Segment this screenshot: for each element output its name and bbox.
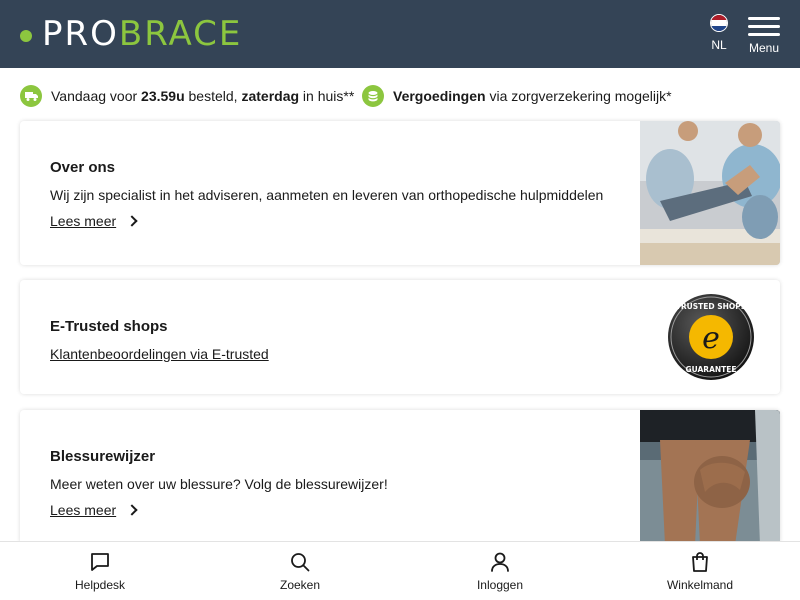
nav-zoeken[interactable]: Zoeken xyxy=(200,542,400,600)
card-title: Blessurewijzer xyxy=(50,448,156,465)
user-icon xyxy=(491,552,509,572)
trusted-shops-badge: e TRUSTED SHOPS GUARANTEE xyxy=(666,292,756,382)
language-label: NL xyxy=(711,38,727,52)
nav-label: Zoeken xyxy=(279,578,321,592)
logo-dot xyxy=(20,30,32,42)
svg-text:GUARANTEE: GUARANTEE xyxy=(685,365,736,374)
logo-text: PROBRACE xyxy=(42,16,242,52)
card-blessurewijzer[interactable]: Blessurewijzer Meer weten over uw blessu… xyxy=(20,410,780,545)
menu-label: Menu xyxy=(748,41,780,55)
bottom-navigation: Helpdesk Zoeken Inloggen Winkelmand xyxy=(0,541,800,600)
knee-injury-photo xyxy=(640,410,780,545)
dutch-flag-icon xyxy=(710,14,728,32)
coins-icon xyxy=(362,85,384,107)
svg-text:TRUSTED SHOPS: TRUSTED SHOPS xyxy=(676,302,746,311)
nav-label: Helpdesk xyxy=(74,578,126,592)
usp-delivery-text: Vandaag voor 23.59u besteld, zaterdag in… xyxy=(51,88,355,104)
chat-icon xyxy=(91,553,109,571)
logo-pro-text: PRO xyxy=(42,14,119,54)
search-icon xyxy=(291,553,310,572)
lees-meer-link[interactable]: Lees meer xyxy=(50,502,138,518)
physiotherapy-photo xyxy=(640,121,780,265)
nav-winkelmand[interactable]: Winkelmand xyxy=(600,542,800,600)
card-title: Over ons xyxy=(50,159,116,176)
card-title: E-Trusted shops xyxy=(50,318,168,335)
probrace-logo[interactable]: PROBRACE xyxy=(20,16,242,52)
usp-delivery: Vandaag voor 23.59u besteld, zaterdag in… xyxy=(20,84,354,108)
nav-inloggen[interactable]: Inloggen xyxy=(400,542,600,600)
card-description: Wij zijn specialist in het adviseren, aa… xyxy=(50,187,604,203)
menu-button[interactable]: Menu xyxy=(746,17,782,55)
logo-brace-text: BRACE xyxy=(118,14,243,54)
chevron-right-icon xyxy=(126,215,138,227)
nav-label: Winkelmand xyxy=(666,578,734,592)
card-e-trusted-shops[interactable]: E-Trusted shops Klantenbeoordelingen via… xyxy=(20,280,780,394)
shopping-bag-icon xyxy=(692,552,708,572)
usp-reimbursement: Vergoedingen via zorgverzekering mogelij… xyxy=(362,84,672,108)
lees-meer-link[interactable]: Lees meer xyxy=(50,213,138,229)
nav-helpdesk[interactable]: Helpdesk xyxy=(0,542,200,600)
nav-label: Inloggen xyxy=(476,578,524,592)
hamburger-icon xyxy=(746,17,782,36)
truck-icon xyxy=(20,85,42,107)
chevron-right-icon xyxy=(126,504,138,516)
usp-reimbursement-text: Vergoedingen via zorgverzekering mogelij… xyxy=(393,88,672,104)
card-over-ons[interactable]: Over ons Wij zijn specialist in het advi… xyxy=(20,121,780,265)
klantenbeoordelingen-link[interactable]: Klantenbeoordelingen via E-trusted xyxy=(50,346,269,362)
svg-text:e: e xyxy=(702,321,720,356)
site-header: PROBRACE NL Menu xyxy=(0,0,800,68)
card-description: Meer weten over uw blessure? Volg de ble… xyxy=(50,476,388,492)
language-selector[interactable]: NL xyxy=(706,14,732,52)
